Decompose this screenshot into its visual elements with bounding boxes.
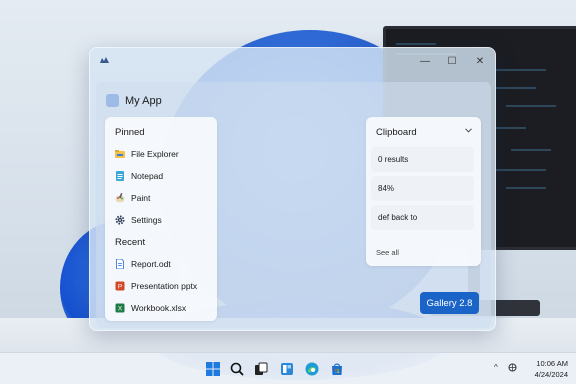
svg-text:X: X xyxy=(118,306,123,313)
widgets-icon[interactable] xyxy=(278,360,295,377)
svg-text:P: P xyxy=(118,284,122,291)
pinned-item-label: Settings xyxy=(131,215,162,225)
app-title: My App xyxy=(125,94,162,107)
maximize-button[interactable]: ☐ xyxy=(442,52,462,70)
paint-icon xyxy=(115,193,125,203)
clipboard-panel: Clipboard 0 results 84% def back to See … xyxy=(366,117,481,266)
pinned-item-label: Paint xyxy=(131,193,151,203)
network-icon[interactable] xyxy=(508,363,517,374)
pinned-item-notepad[interactable]: Notepad xyxy=(115,167,213,185)
clipboard-item[interactable]: def back to xyxy=(371,205,474,230)
clipboard-item[interactable]: 84% xyxy=(371,176,474,201)
minimize-button[interactable]: — xyxy=(415,52,435,70)
clipboard-heading: Clipboard xyxy=(376,127,417,138)
app-logo-icon xyxy=(106,94,119,107)
recent-heading: Recent xyxy=(115,237,146,248)
search-icon[interactable] xyxy=(228,360,245,377)
clock-time[interactable]: 10:06 AM xyxy=(518,359,568,368)
pinned-item-file-explorer[interactable]: File Explorer xyxy=(115,145,213,163)
pinned-heading: Pinned xyxy=(115,127,145,138)
tray-overflow-chevron-icon[interactable]: ^ xyxy=(494,363,498,372)
recent-item-workbook[interactable]: X Workbook.xlsx xyxy=(115,299,213,317)
app-header: My App xyxy=(106,94,162,107)
document-icon xyxy=(115,258,125,270)
see-all-link[interactable]: See all xyxy=(376,248,399,257)
recent-item-label: Workbook.xlsx xyxy=(131,303,187,313)
gear-icon xyxy=(115,215,125,225)
app-icon xyxy=(100,56,109,66)
pinned-item-label: File Explorer xyxy=(131,149,179,159)
monitor-code-line xyxy=(396,43,436,45)
title-bar[interactable]: — ☐ ✕ xyxy=(90,48,495,74)
excel-icon: X xyxy=(115,303,125,313)
recent-item-label: Report.odt xyxy=(131,259,171,269)
task-view-icon[interactable] xyxy=(252,360,269,377)
recent-item-label: Presentation pptx xyxy=(131,281,198,291)
app-window: — ☐ ✕ My App Pinned File Explorer Notepa… xyxy=(89,47,496,331)
taskbar: ^ 10:06 AM 4/24/2024 xyxy=(0,352,576,384)
pinned-item-label: Notepad xyxy=(131,171,164,181)
clipboard-item[interactable]: 0 results xyxy=(371,147,474,172)
monitor-code-line xyxy=(506,105,556,107)
monitor-code-line xyxy=(511,149,551,151)
powerpoint-icon: P xyxy=(115,281,125,291)
chevron-down-icon[interactable] xyxy=(465,126,472,135)
notepad-icon xyxy=(115,171,125,181)
monitor-code-line xyxy=(496,69,546,71)
close-button[interactable]: ✕ xyxy=(470,52,490,70)
store-icon[interactable] xyxy=(328,360,345,377)
monitor-code-line xyxy=(496,127,526,129)
start-panel: Pinned File Explorer Notepad Paint Setti… xyxy=(105,117,217,321)
monitor-code-line xyxy=(496,87,536,89)
pinned-item-paint[interactable]: Paint xyxy=(115,189,213,207)
recent-item-report[interactable]: Report.odt xyxy=(115,255,213,273)
monitor-code-line xyxy=(506,187,546,189)
clock-date[interactable]: 4/24/2024 xyxy=(518,370,568,379)
start-windows-icon[interactable] xyxy=(204,360,221,377)
pinned-item-settings[interactable]: Settings xyxy=(115,211,213,229)
monitor-code-line xyxy=(496,169,546,171)
folder-icon xyxy=(115,149,125,159)
recent-item-presentation[interactable]: P Presentation pptx xyxy=(115,277,213,295)
edge-browser-icon[interactable] xyxy=(303,360,320,377)
gallery-button[interactable]: Gallery 2.8 xyxy=(420,292,479,314)
